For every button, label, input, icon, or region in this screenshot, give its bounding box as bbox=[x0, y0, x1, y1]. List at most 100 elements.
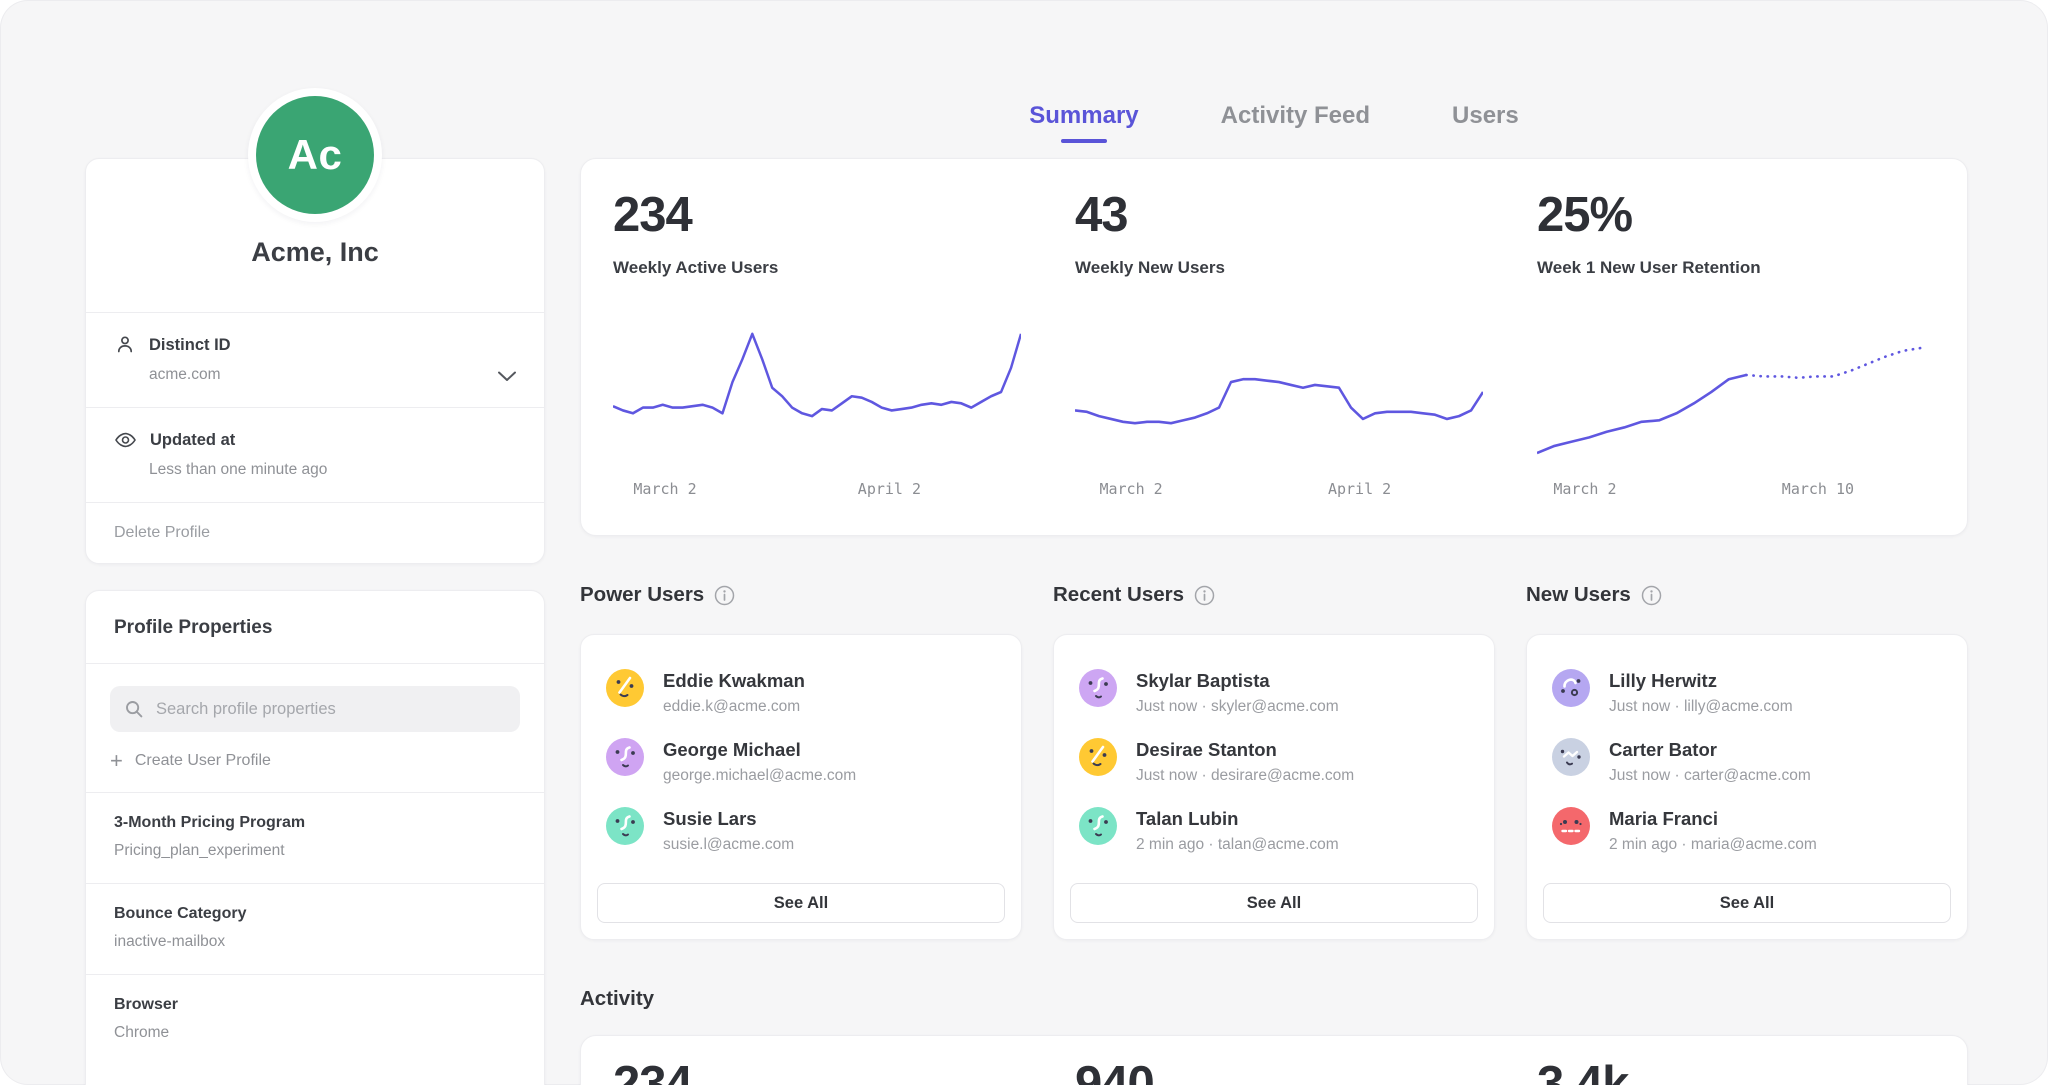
section-title: New Users bbox=[1526, 583, 1631, 607]
activity-stat-value: 3.4k bbox=[1537, 1056, 1945, 1085]
chart-x-axis: March 2April 2 bbox=[613, 480, 1021, 504]
user-detail: george.michael@acme.com bbox=[663, 767, 856, 785]
stat-value: 43 bbox=[1075, 187, 1483, 243]
create-user-profile-button[interactable]: + Create User Profile bbox=[110, 750, 520, 772]
property-row[interactable]: Bounce Category inactive-mailbox bbox=[86, 884, 544, 974]
new-users-section: New Users Lilly Herwitz Just now · lilly… bbox=[1526, 583, 1968, 940]
section-title: Recent Users bbox=[1053, 583, 1184, 607]
info-icon[interactable] bbox=[714, 585, 735, 606]
user-name: Lilly Herwitz bbox=[1609, 669, 1793, 692]
plus-icon: + bbox=[110, 750, 123, 772]
user-row[interactable]: Eddie Kwakman eddie.k@acme.com bbox=[581, 660, 1021, 729]
user-row[interactable]: Skylar Baptista Just now · skyler@acme.c… bbox=[1054, 660, 1494, 729]
weekly-active-users-chart bbox=[613, 316, 1021, 468]
tab-label: Summary bbox=[1029, 102, 1138, 130]
retention-chart bbox=[1537, 316, 1945, 468]
user-name: Carter Bator bbox=[1609, 738, 1811, 761]
stat-weekly-active-users: 234 Weekly Active Users March 2April 2 bbox=[581, 159, 1043, 535]
search-input[interactable] bbox=[154, 699, 506, 720]
user-detail: Just now · skyler@acme.com bbox=[1136, 698, 1339, 716]
user-row[interactable]: Lilly Herwitz Just now · lilly@acme.com bbox=[1527, 660, 1967, 729]
x-tick-label: March 2 bbox=[1099, 480, 1162, 498]
user-detail: Just now · lilly@acme.com bbox=[1609, 698, 1793, 716]
field-value: Less than one minute ago bbox=[149, 461, 516, 479]
eye-icon bbox=[114, 429, 137, 451]
recent-users-section: Recent Users Skylar Baptista Just now · … bbox=[1053, 583, 1495, 940]
distinct-id-row[interactable]: Distinct ID acme.com bbox=[86, 313, 544, 407]
user-row[interactable]: George Michael george.michael@acme.com bbox=[581, 729, 1021, 798]
user-detail: 2 min ago · maria@acme.com bbox=[1609, 836, 1817, 854]
chart-x-axis: March 2 April 2 bbox=[1075, 480, 1483, 504]
user-sections: Power Users Eddie Kwakman eddie.k@acme.c… bbox=[580, 583, 1968, 940]
user-row[interactable]: Carter Bator Just now · carter@acme.com bbox=[1527, 729, 1967, 798]
stat-value: 25% bbox=[1537, 187, 1945, 243]
info-icon[interactable] bbox=[1641, 585, 1662, 606]
property-value: inactive-mailbox bbox=[114, 933, 516, 951]
user-detail: susie.l@acme.com bbox=[663, 836, 794, 854]
tab-label: Users bbox=[1452, 102, 1519, 130]
user-avatar bbox=[1552, 738, 1590, 776]
user-row[interactable]: Desirae Stanton Just now · desirare@acme… bbox=[1054, 729, 1494, 798]
stat-label: Weekly Active Users bbox=[613, 258, 1021, 278]
user-name: Desirae Stanton bbox=[1136, 738, 1354, 761]
user-name: Skylar Baptista bbox=[1136, 669, 1339, 692]
recent-users-card: Skylar Baptista Just now · skyler@acme.c… bbox=[1053, 634, 1495, 940]
property-row[interactable]: 3-Month Pricing Program Pricing_plan_exp… bbox=[86, 793, 544, 883]
property-row[interactable]: Browser Chrome bbox=[86, 975, 544, 1065]
user-avatar bbox=[606, 807, 644, 845]
user-row[interactable]: Susie Lars susie.l@acme.com bbox=[581, 798, 1021, 867]
stat-value: 234 bbox=[613, 187, 1021, 243]
info-icon[interactable] bbox=[1194, 585, 1215, 606]
user-detail: Just now · carter@acme.com bbox=[1609, 767, 1811, 785]
user-name: Maria Franci bbox=[1609, 807, 1817, 830]
profile-properties-title: Profile Properties bbox=[86, 591, 544, 663]
weekly-new-users-chart bbox=[1075, 316, 1483, 468]
user-detail: eddie.k@acme.com bbox=[663, 698, 805, 716]
chart-x-axis: March 2March 10 bbox=[1537, 480, 1945, 504]
user-avatar bbox=[1079, 738, 1117, 776]
property-name: 3-Month Pricing Program bbox=[114, 814, 516, 832]
field-label: Updated at bbox=[150, 431, 235, 450]
chevron-down-icon[interactable] bbox=[496, 369, 518, 383]
user-name: George Michael bbox=[663, 738, 856, 761]
see-all-button[interactable]: See All bbox=[597, 883, 1005, 923]
x-tick-label: March 2 bbox=[1553, 480, 1616, 498]
user-name: Talan Lubin bbox=[1136, 807, 1339, 830]
activity-stat-value: 940 bbox=[1075, 1056, 1483, 1085]
x-tick-label: March 2 bbox=[633, 480, 696, 498]
property-name: Bounce Category bbox=[114, 905, 516, 923]
divider bbox=[86, 663, 544, 664]
person-icon bbox=[114, 334, 136, 356]
activity-card: 234 940 3.4k bbox=[580, 1035, 1968, 1085]
tab-users[interactable]: Users bbox=[1452, 98, 1519, 143]
user-detail: Just now · desirare@acme.com bbox=[1136, 767, 1354, 785]
see-all-button[interactable]: See All bbox=[1543, 883, 1951, 923]
updated-at-row: Updated at Less than one minute ago bbox=[86, 408, 544, 502]
delete-profile-button[interactable]: Delete Profile bbox=[86, 503, 544, 563]
user-avatar bbox=[1079, 669, 1117, 707]
user-row[interactable]: Talan Lubin 2 min ago · talan@acme.com bbox=[1054, 798, 1494, 867]
stat-label: Weekly New Users bbox=[1075, 258, 1483, 278]
stat-weekly-new-users: 43 Weekly New Users March 2 April 2 bbox=[1043, 159, 1505, 535]
see-all-button[interactable]: See All bbox=[1070, 883, 1478, 923]
user-row[interactable]: Maria Franci 2 min ago · maria@acme.com bbox=[1527, 798, 1967, 867]
summary-card: 234 Weekly Active Users March 2April 2 4… bbox=[580, 158, 1968, 536]
power-users-card: Eddie Kwakman eddie.k@acme.com George Mi… bbox=[580, 634, 1022, 940]
tab-summary[interactable]: Summary bbox=[1029, 98, 1138, 143]
company-avatar-ring: Ac bbox=[248, 88, 382, 222]
tab-activity-feed[interactable]: Activity Feed bbox=[1221, 98, 1370, 143]
property-name: Browser bbox=[114, 996, 516, 1014]
profile-dashboard: Ac Acme, Inc Distinct ID acme.com bbox=[0, 0, 2048, 1085]
user-name: Susie Lars bbox=[663, 807, 794, 830]
tab-bar: Summary Activity Feed Users bbox=[580, 98, 1968, 143]
power-users-section: Power Users Eddie Kwakman eddie.k@acme.c… bbox=[580, 583, 1022, 940]
user-avatar bbox=[1552, 807, 1590, 845]
property-value: Chrome bbox=[114, 1024, 516, 1042]
profile-properties-card: Profile Properties + Create User Profile… bbox=[85, 590, 545, 1085]
active-tab-underline bbox=[1061, 139, 1107, 143]
user-avatar bbox=[606, 738, 644, 776]
stat-label: Week 1 New User Retention bbox=[1537, 258, 1945, 278]
x-tick-label: April 2 bbox=[1328, 480, 1391, 498]
search-profile-properties[interactable] bbox=[110, 686, 520, 732]
user-name: Eddie Kwakman bbox=[663, 669, 805, 692]
